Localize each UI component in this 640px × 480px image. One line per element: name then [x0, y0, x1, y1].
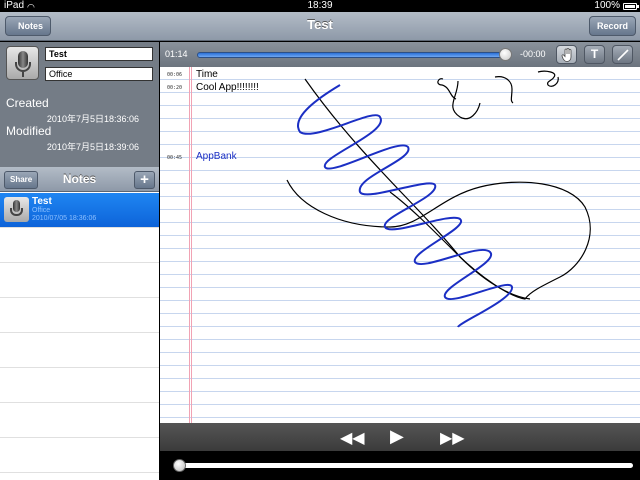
list-item-empty [0, 298, 159, 333]
list-item-date: 2010/07/05 18:36:06 [32, 215, 97, 222]
play-icon[interactable]: ▶ [390, 426, 404, 447]
list-item-category: Office [32, 207, 51, 214]
list-item-empty [0, 333, 159, 368]
list-item-title: Test [32, 196, 52, 207]
record-button[interactable]: Record [588, 16, 636, 36]
transport-controls: ◀◀ ▶ ▶▶ [160, 423, 640, 451]
microphone-icon [4, 197, 29, 222]
created-value: 2010年7月5日18:36:06 [46, 114, 139, 124]
battery-percent: 100% [594, 0, 620, 11]
playback-progress-thumb[interactable] [499, 48, 512, 61]
modified-value: 2010年7月5日18:39:06 [46, 142, 139, 152]
page-title: Test [307, 17, 333, 32]
note-category-field[interactable]: Office [45, 67, 153, 81]
scrubber-track[interactable] [178, 463, 633, 468]
rewind-icon[interactable]: ◀◀ [340, 428, 365, 448]
pen-tool-button[interactable] [612, 45, 633, 64]
scrubber-thumb[interactable] [173, 459, 186, 472]
audio-scrubber [160, 451, 640, 480]
status-time: 18:39 [307, 0, 333, 11]
remaining-time: -00:00 [520, 49, 546, 59]
microphone-icon [6, 46, 39, 80]
hand-icon [561, 48, 571, 62]
fast-forward-icon[interactable]: ▶▶ [440, 428, 465, 448]
notes-toolbar: Share Notes + [0, 167, 159, 192]
elapsed-time: 01:14 [165, 49, 188, 59]
status-bar: iPad ◠ 18:39 100% [0, 0, 640, 12]
battery-icon [623, 3, 639, 10]
hand-tool-button[interactable] [556, 45, 577, 64]
navigation-bar: Notes Test Record [0, 12, 640, 41]
left-panel: Test Office Created 2010年7月5日18:36:06 Mo… [0, 42, 159, 480]
handwriting-drawing [286, 70, 591, 328]
pen-icon [616, 49, 629, 61]
playback-bar: 01:14 -00:00 T [160, 42, 640, 67]
text-tool-button[interactable]: T [584, 45, 605, 64]
list-item-empty [0, 368, 159, 403]
add-note-button[interactable]: + [134, 171, 155, 189]
note-paper[interactable]: 00:06 Time 00:20 Cool App!!!!!!!! 00:45 … [160, 67, 640, 423]
modified-label: Modified [6, 124, 52, 138]
list-item-empty [0, 403, 159, 438]
list-item-empty [0, 438, 159, 473]
notes-list: Test Office 2010/07/05 18:36:06 [0, 193, 159, 473]
list-item-empty [0, 263, 159, 298]
note-info-panel: Test Office Created 2010年7月5日18:36:06 Mo… [0, 42, 159, 167]
note-title-field[interactable]: Test [45, 47, 153, 61]
created-label: Created [6, 96, 49, 110]
list-item-empty [0, 228, 159, 263]
note-editor: 01:14 -00:00 T 00:06 Time 00:20 Cool App… [160, 42, 640, 480]
playback-progress-track[interactable] [197, 52, 510, 58]
list-item[interactable]: Test Office 2010/07/05 18:36:06 [0, 193, 159, 228]
